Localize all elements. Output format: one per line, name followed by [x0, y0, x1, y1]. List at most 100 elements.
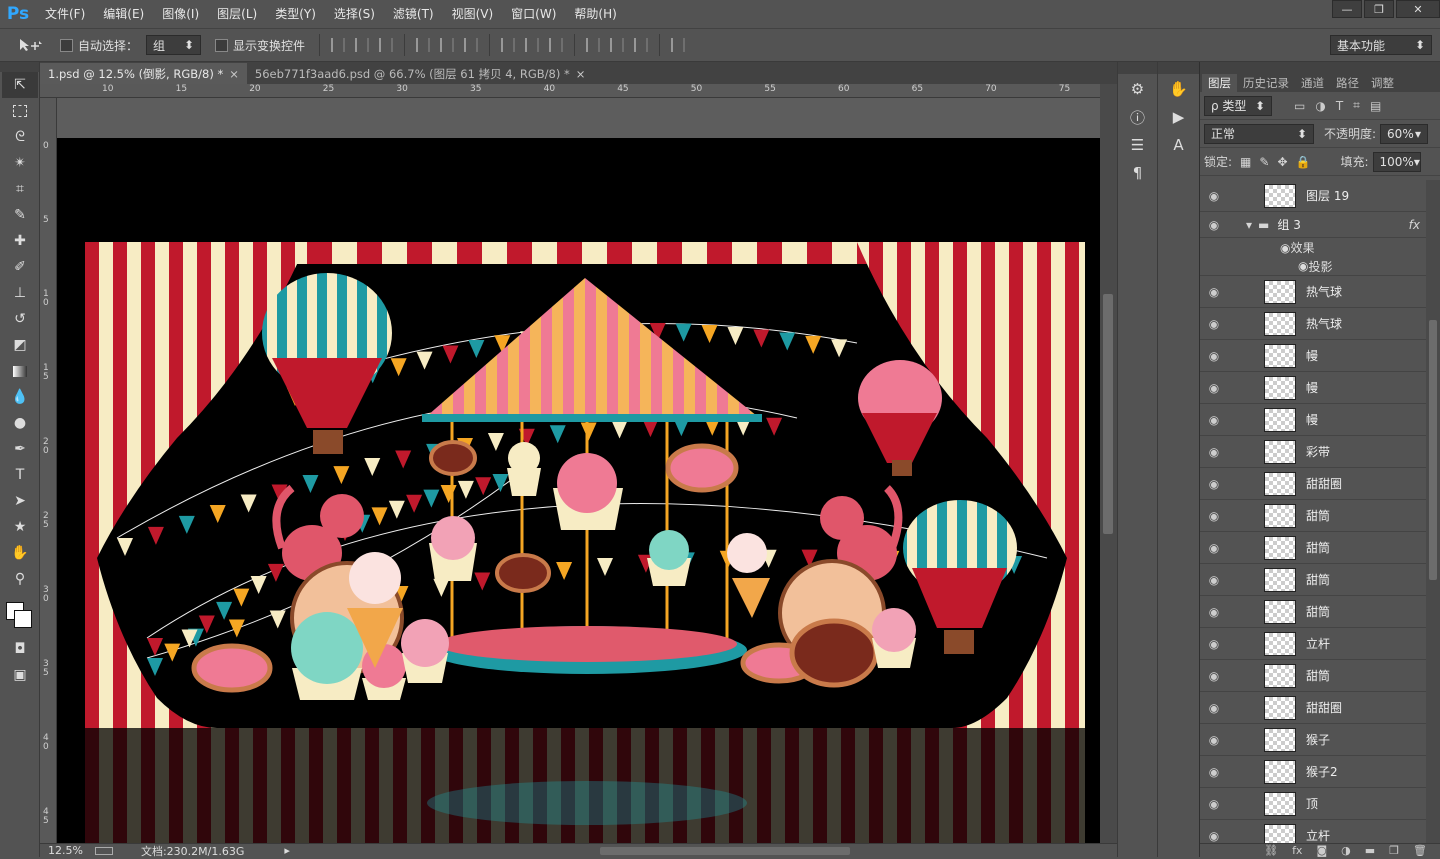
dock-header[interactable]	[1118, 62, 1157, 74]
blur-tool-icon[interactable]: 💧	[2, 384, 38, 410]
visibility-eye-icon[interactable]: ◉	[1200, 509, 1228, 523]
panel-tab[interactable]: 图层	[1202, 74, 1237, 92]
visibility-eye-icon[interactable]: ◉	[1200, 317, 1228, 331]
toolbox-header[interactable]	[0, 62, 39, 72]
visibility-eye-icon[interactable]: ◉	[1200, 413, 1228, 427]
visibility-eye-icon[interactable]: ◉	[1200, 829, 1228, 843]
group-expand-icon[interactable]: ▾	[1246, 218, 1252, 232]
menu-item[interactable]: 窗口(W)	[502, 0, 565, 28]
eraser-tool-icon[interactable]: ◩	[2, 332, 38, 358]
visibility-eye-icon[interactable]: ◉	[1200, 637, 1228, 651]
distribute-top-icon[interactable]	[501, 38, 516, 52]
layer-filter-dropdown[interactable]: ρ 类型 ⬍	[1204, 95, 1272, 116]
visibility-eye-icon[interactable]: ◉	[1200, 477, 1228, 491]
auto-select-dropdown[interactable]: 组 ⬍	[146, 35, 202, 55]
magic-wand-icon[interactable]: ✴	[2, 150, 38, 176]
panel-tab[interactable]: 调整	[1365, 74, 1400, 92]
layer-row[interactable]: ◉ 热气球	[1200, 308, 1426, 340]
move-tool-icon[interactable]: ⇱	[2, 72, 38, 98]
stamp-tool-icon[interactable]: ⊥	[2, 280, 38, 306]
menu-item[interactable]: 文件(F)	[36, 0, 94, 28]
layer-row[interactable]: ◉ 幔	[1200, 372, 1426, 404]
zoom-level[interactable]: 12.5%	[48, 844, 83, 857]
layer-row[interactable]: ◉ 甜筒	[1200, 564, 1426, 596]
menu-item[interactable]: 编辑(E)	[94, 0, 153, 28]
visibility-eye-icon[interactable]: ◉	[1200, 701, 1228, 715]
lock-transparent-icon[interactable]: ▦	[1240, 155, 1251, 169]
align-hcenter-icon[interactable]	[440, 38, 455, 52]
path-select-icon[interactable]: ➤	[2, 488, 38, 514]
filter-shape-icon[interactable]: ⌗	[1353, 98, 1360, 113]
close-button[interactable]: ✕	[1396, 0, 1440, 18]
canvas-area[interactable]	[57, 98, 1100, 843]
align-left-icon[interactable]	[416, 38, 431, 52]
doc-tab-2[interactable]: 56eb771f3aad6.psd @ 66.7% (图层 61 拷贝 4, R…	[247, 63, 594, 84]
shape-tool-icon[interactable]: ★	[2, 514, 38, 540]
filter-type-icon[interactable]: T	[1336, 99, 1343, 113]
visibility-eye-icon[interactable]: ◉	[1200, 765, 1228, 779]
eyedropper-icon[interactable]: ✎	[2, 202, 38, 228]
layer-style-icon[interactable]: fx	[1292, 844, 1302, 857]
layer-row[interactable]: ◉ 彩带	[1200, 436, 1426, 468]
checkbox-box[interactable]	[60, 38, 73, 52]
layer-row[interactable]: ◉ 立杆	[1200, 820, 1426, 845]
layer-row[interactable]: ◉ 甜甜圈	[1200, 468, 1426, 500]
menu-item[interactable]: 滤镜(T)	[384, 0, 443, 28]
actions-play-icon[interactable]: ▶	[1163, 104, 1195, 130]
delete-layer-icon[interactable]: 🗑	[1413, 844, 1427, 857]
distribute-hcenter-icon[interactable]	[610, 38, 625, 52]
distribute-left-icon[interactable]	[586, 38, 601, 52]
layer-row[interactable]: ◉ 立杆	[1200, 628, 1426, 660]
menu-item[interactable]: 图像(I)	[153, 0, 208, 28]
lock-pixels-icon[interactable]: ✎	[1259, 155, 1269, 169]
blend-mode-dropdown[interactable]: 正常 ⬍	[1204, 123, 1314, 144]
layers-scrollbar[interactable]	[1426, 180, 1440, 845]
canvas-horizontal-scrollbar[interactable]	[600, 847, 850, 855]
info-icon[interactable]: ⓘ	[1122, 104, 1154, 130]
background-color[interactable]	[14, 610, 32, 628]
menu-item[interactable]: 类型(Y)	[266, 0, 325, 28]
new-group-icon[interactable]: ▬	[1365, 844, 1375, 857]
scroll-thumb[interactable]	[1429, 320, 1437, 580]
visibility-eye-icon[interactable]: ◉	[1200, 445, 1228, 459]
visibility-eye-icon[interactable]: ◉	[1200, 541, 1228, 555]
effects-row[interactable]: ◉ 效果	[1200, 238, 1426, 257]
visibility-eye-icon[interactable]: ◉	[1200, 573, 1228, 587]
new-layer-icon[interactable]: ❐	[1389, 844, 1399, 857]
eye-icon[interactable]: ◉	[1280, 241, 1290, 255]
link-layers-icon[interactable]: ⛓	[1264, 844, 1278, 857]
dock-header[interactable]	[1158, 62, 1199, 74]
paragraph-icon[interactable]: ¶	[1122, 160, 1154, 186]
adjustment-layer-icon[interactable]: ◑	[1341, 844, 1351, 857]
distribute-vcenter-icon[interactable]	[525, 38, 540, 52]
close-tab-icon[interactable]: ×	[229, 67, 239, 81]
distribute-bottom-icon[interactable]	[549, 38, 564, 52]
marquee-tool-icon[interactable]	[2, 98, 38, 124]
menu-item[interactable]: 选择(S)	[325, 0, 384, 28]
gradient-tool-icon[interactable]	[2, 358, 38, 384]
layer-row[interactable]: ◉ 甜筒	[1200, 500, 1426, 532]
quick-mask-icon[interactable]: ◘	[2, 636, 38, 662]
menu-item[interactable]: 图层(L)	[208, 0, 266, 28]
artboard[interactable]	[57, 138, 1100, 843]
auto-select-checkbox[interactable]: 自动选择：	[60, 37, 138, 54]
layer-row[interactable]: ◉ 幔	[1200, 404, 1426, 436]
character-icon[interactable]: A	[1163, 132, 1195, 158]
close-tab-icon[interactable]: ×	[576, 67, 586, 81]
layer-row[interactable]: ◉ 幔	[1200, 340, 1426, 372]
align-bottom-icon[interactable]	[379, 38, 394, 52]
minimize-button[interactable]: —	[1332, 0, 1362, 18]
crop-tool-icon[interactable]: ⌗	[2, 176, 38, 202]
align-top-icon[interactable]	[331, 38, 346, 52]
filter-smart-icon[interactable]: ▤	[1370, 99, 1381, 113]
filter-adjust-icon[interactable]: ◑	[1315, 99, 1325, 113]
layer-row[interactable]: ◉ 甜筒	[1200, 596, 1426, 628]
menu-item[interactable]: 视图(V)	[443, 0, 503, 28]
visibility-eye-icon[interactable]: ◉	[1200, 733, 1228, 747]
layer-row[interactable]: ◉ 甜筒	[1200, 660, 1426, 692]
visibility-eye-icon[interactable]: ◉	[1200, 669, 1228, 683]
menu-item[interactable]: 帮助(H)	[565, 0, 625, 28]
hand-tool-icon[interactable]: ✋	[2, 540, 38, 566]
layer-row[interactable]: ◉ 猴子2	[1200, 756, 1426, 788]
panel-tab[interactable]: 通道	[1295, 74, 1330, 92]
